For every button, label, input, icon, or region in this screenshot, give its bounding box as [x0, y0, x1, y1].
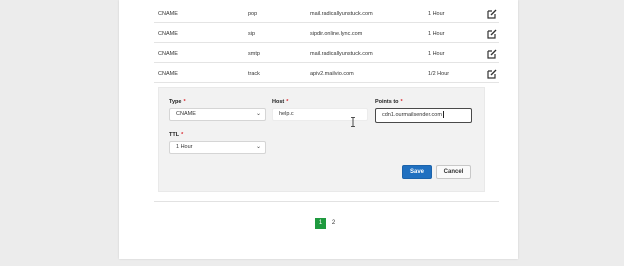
table-row: CNAME smtp mail.radicallyunstuck.com 1 H… [154, 43, 499, 63]
ttl-label-text: TTL [169, 132, 180, 138]
record-type: CNAME [158, 11, 178, 17]
ttl-label: TTL * [169, 132, 183, 138]
chevron-down-icon: ⌄ [255, 144, 261, 150]
table-row: CNAME sip sipdir.online.lync.com 1 Hour [154, 23, 499, 43]
host-label-text: Host [272, 99, 285, 105]
record-type: CNAME [158, 31, 178, 37]
points-to-input-value: cdn1.ourmailsender.com [382, 112, 442, 118]
record-ttl: 1 Hour [428, 31, 445, 37]
chevron-down-icon: ⌄ [255, 111, 261, 117]
text-caret [442, 111, 444, 119]
record-host: smtp [248, 51, 260, 57]
record-type: CNAME [158, 51, 178, 57]
host-label: Host * [272, 99, 288, 105]
points-to-input[interactable]: cdn1.ourmailsender.com [375, 108, 472, 123]
table-row: CNAME track apiv2.mailvio.com 1/2 Hour [154, 63, 499, 83]
required-mark: * [181, 132, 184, 138]
record-points-to: apiv2.mailvio.com [310, 71, 354, 77]
save-button[interactable]: Save [402, 165, 432, 179]
type-label-text: Type [169, 99, 182, 105]
required-mark: * [183, 99, 186, 105]
cancel-button[interactable]: Cancel [436, 165, 471, 179]
record-points-to: mail.radicallyunstuck.com [310, 11, 373, 17]
edit-icon[interactable] [487, 29, 499, 41]
divider [154, 201, 499, 202]
record-ttl: 1 Hour [428, 51, 445, 57]
record-ttl: 1/2 Hour [428, 71, 450, 77]
edit-icon[interactable] [487, 9, 499, 21]
page-2-button[interactable]: 2 [328, 218, 339, 229]
points-to-label: Points to * [375, 99, 403, 105]
type-select-value: CNAME [176, 111, 196, 117]
required-mark: * [400, 99, 403, 105]
table-row: CNAME pop mail.radicallyunstuck.com 1 Ho… [154, 3, 499, 23]
record-host: pop [248, 11, 258, 17]
record-points-to: mail.radicallyunstuck.com [310, 51, 373, 57]
text-cursor-icon [351, 117, 355, 127]
record-ttl: 1 Hour [428, 11, 445, 17]
host-input-value: help.c [279, 111, 294, 117]
required-mark: * [286, 99, 289, 105]
edit-icon[interactable] [487, 49, 499, 61]
record-host: sip [248, 31, 256, 37]
record-points-to: sipdir.online.lync.com [310, 31, 363, 37]
record-type: CNAME [158, 71, 178, 77]
ttl-select[interactable]: 1 Hour ⌄ [169, 141, 266, 154]
ttl-select-value: 1 Hour [176, 144, 193, 150]
record-host: track [248, 71, 260, 77]
type-select[interactable]: CNAME ⌄ [169, 108, 266, 121]
points-to-label-text: Points to [375, 99, 399, 105]
edit-icon[interactable] [487, 69, 499, 81]
type-label: Type * [169, 99, 186, 105]
page-1-button[interactable]: 1 [315, 218, 326, 229]
